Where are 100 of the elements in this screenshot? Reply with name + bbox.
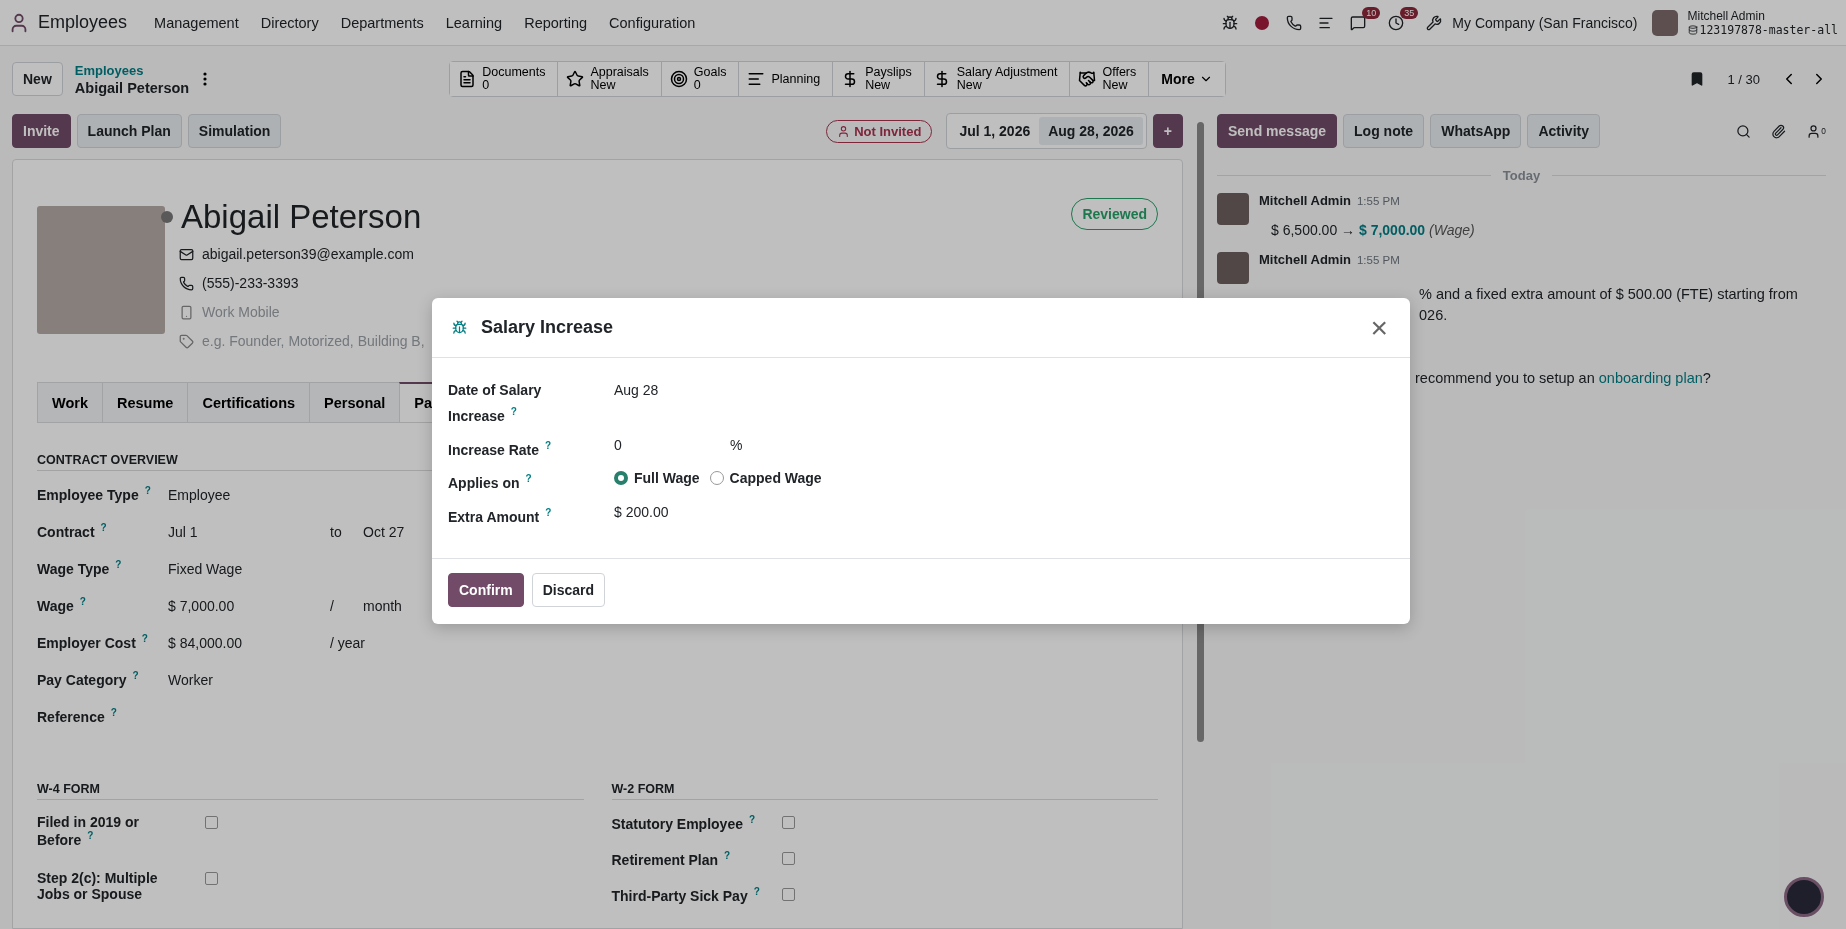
breadcrumb-current: Abigail Peterson [74, 79, 190, 96]
add-button[interactable]: + [1152, 114, 1183, 148]
checkbox[interactable] [781, 816, 795, 829]
tab[interactable]: Work [37, 382, 103, 422]
field-label: Wage $^{?}$ [37, 596, 87, 614]
help-mark[interactable]: ? [749, 814, 756, 825]
help-mark[interactable]: ? [100, 522, 107, 533]
search-icon[interactable] [1736, 123, 1752, 139]
menu-item[interactable]: Learning [436, 14, 512, 31]
database-icon [1687, 24, 1698, 35]
phone-field[interactable]: (555)-233-3393 [202, 275, 299, 291]
confirm-button[interactable]: Confirm [448, 572, 524, 607]
email-field[interactable]: abigail.peterson39@example.com [202, 246, 414, 262]
field-value[interactable]: month [363, 597, 402, 614]
chatter-button[interactable]: WhatsApp [1430, 114, 1522, 148]
menu-item[interactable]: Directory [251, 14, 328, 31]
field-value[interactable]: $ 7,000.00 [168, 597, 330, 614]
app-name[interactable]: Employees [38, 12, 128, 33]
record-icon[interactable] [1255, 15, 1270, 30]
date-range-field[interactable]: Jul 1, 2026 Aug 28, 2026 [946, 113, 1147, 149]
discard-button[interactable]: Discard [531, 572, 606, 607]
paperclip-icon[interactable] [1771, 123, 1787, 139]
help-mark[interactable]: ? [110, 707, 117, 718]
tab[interactable]: Resume [102, 382, 189, 422]
field-separator: / [330, 597, 335, 614]
chat-launcher-icon[interactable] [1784, 877, 1824, 917]
phone-icon[interactable] [1286, 14, 1303, 31]
help-mark[interactable]: ? [753, 886, 760, 897]
company-name[interactable]: My Company (San Francisco) [1452, 14, 1638, 31]
user-name: Mitchell Admin [1687, 8, 1766, 23]
menu-item[interactable]: Configuration [600, 14, 705, 31]
followers-icon[interactable] [1806, 123, 1822, 139]
lines-icon [747, 70, 766, 88]
smart-button[interactable]: Documents 0 [450, 62, 559, 96]
radio-option[interactable]: Full Wage [614, 470, 700, 487]
help-mark[interactable]: ? [144, 485, 151, 496]
field-value[interactable]: Oct 27 [363, 523, 405, 540]
message-time: 1:55 PM [1356, 195, 1400, 207]
action-button[interactable]: Launch Plan [76, 114, 182, 148]
user-avatar[interactable] [1651, 9, 1678, 36]
field-label: Applies on $^{?}$ [448, 472, 533, 493]
help-mark[interactable]: ? [510, 406, 517, 417]
help-mark[interactable]: ? [87, 830, 94, 841]
help-mark[interactable]: ? [115, 559, 122, 570]
field-label: Pay Category $^{?}$ [37, 670, 140, 688]
activities-count: 35 [1400, 6, 1419, 19]
chatter-button[interactable]: Activity [1527, 114, 1600, 148]
followers-count: 0 [1821, 126, 1826, 136]
field-label: Employer Cost $^{?}$ [37, 633, 149, 651]
menu-item[interactable]: Reporting [515, 14, 597, 31]
help-mark[interactable]: ? [79, 596, 86, 607]
field-label: Retirement Plan $^{?}$ [611, 850, 732, 868]
help-mark[interactable]: ? [545, 506, 552, 518]
tab[interactable]: Certifications [187, 382, 311, 422]
kebab-menu-icon[interactable] [203, 72, 208, 86]
bug-icon[interactable] [1222, 14, 1239, 31]
field-value[interactable]: $ 200.00 [614, 501, 1394, 520]
chatter-button[interactable]: Log note [1343, 114, 1425, 148]
action-button[interactable]: Simulation [187, 114, 282, 148]
tab[interactable]: Personal [309, 382, 401, 422]
field-label: Employee Type $^{?}$ [37, 485, 152, 503]
field-label: Wage Type $^{?}$ [37, 559, 123, 577]
checkbox[interactable] [205, 816, 218, 829]
target-icon [669, 70, 688, 88]
breadcrumb-link[interactable]: Employees [74, 62, 190, 78]
chatter-button[interactable]: Send message [1217, 114, 1338, 148]
checkbox[interactable] [205, 872, 218, 885]
menu-item[interactable]: Departments [331, 14, 433, 31]
field-value[interactable]: Worker [168, 671, 213, 688]
radio-option[interactable]: Capped Wage [709, 470, 822, 487]
chat-icon[interactable] [1350, 14, 1367, 31]
checkbox[interactable] [781, 888, 795, 901]
field-value[interactable]: Jul 1 [168, 523, 330, 540]
help-mark[interactable]: ? [525, 473, 532, 485]
onboarding-plan-link[interactable]: onboarding plan [1598, 370, 1703, 386]
clock-icon[interactable] [1388, 14, 1405, 31]
wrench-icon[interactable] [1426, 14, 1443, 31]
field-value[interactable]: $ 84,000.00 [168, 634, 330, 651]
handshake-icon [1078, 70, 1097, 88]
mobile-icon [179, 304, 194, 320]
field-value[interactable]: Employee [168, 486, 231, 503]
field-value[interactable]: Fixed Wage [168, 560, 243, 577]
employee-name[interactable]: Abigail Peterson [181, 198, 422, 236]
rate-field[interactable]: 0 [614, 436, 730, 453]
help-mark[interactable]: ? [141, 633, 148, 644]
field-label: Third-Party Sick Pay $^{?}$ [611, 886, 761, 904]
help-mark[interactable]: ? [132, 670, 139, 681]
field-label: Reference $^{?}$ [37, 707, 118, 725]
menu-item[interactable]: Management [145, 14, 248, 31]
field-label: Date of Salary Increase $^{?}$ [448, 381, 543, 426]
checkbox[interactable] [781, 852, 795, 865]
message-time: 1:55 PM [1356, 254, 1400, 266]
field-value[interactable]: Aug 28 [614, 380, 1394, 398]
close-button[interactable]: × [1364, 311, 1394, 344]
database-name: 123197878-master-all [1699, 22, 1838, 37]
action-button[interactable]: Invite [12, 114, 71, 148]
new-button[interactable]: New [12, 62, 63, 96]
help-mark[interactable]: ? [724, 850, 731, 861]
help-mark[interactable]: ? [545, 439, 552, 451]
field-separator: to [330, 523, 343, 540]
